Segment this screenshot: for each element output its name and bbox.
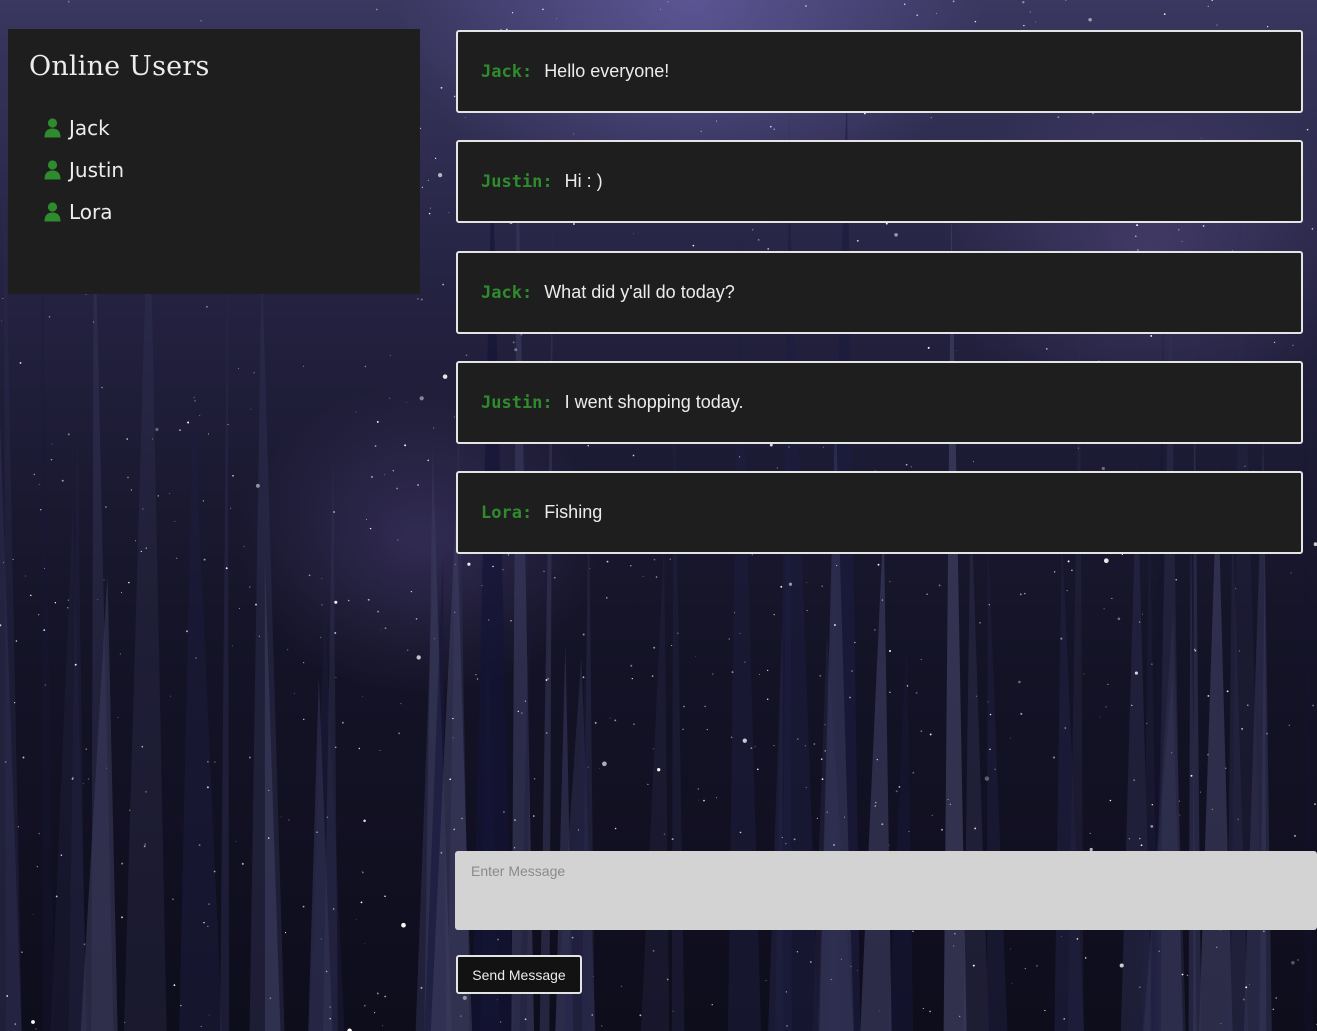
message-author: Jack: (481, 61, 533, 82)
online-users-title: Online Users (29, 51, 210, 82)
chat-message: Lora: Fishing (456, 471, 1303, 554)
user-name: Jack (69, 116, 110, 140)
message-text: What did y'all do today? (544, 282, 735, 302)
message-text: I went shopping today. (564, 392, 744, 412)
user-icon (44, 118, 61, 138)
message-text: Hello everyone! (544, 61, 670, 81)
chat-message: Justin: I went shopping today. (456, 361, 1303, 444)
chat-message: Jack: What did y'all do today? (456, 251, 1303, 334)
user-icon (44, 160, 61, 180)
online-user-list: Jack Justin Lora (44, 101, 124, 239)
message-author: Justin: (481, 171, 553, 192)
message-author: Jack: (481, 282, 533, 303)
send-message-button[interactable]: Send Message (456, 955, 582, 994)
online-users-panel: Online Users Jack Justin Lora (8, 29, 420, 294)
message-input[interactable] (455, 851, 1317, 930)
message-author: Lora: (481, 502, 533, 523)
user-item-lora[interactable]: Lora (44, 185, 124, 239)
message-text: Hi : ) (564, 171, 603, 191)
user-name: Justin (69, 158, 125, 182)
user-name: Lora (69, 200, 113, 224)
chat-message: Justin: Hi : ) (456, 140, 1303, 223)
chat-message: Jack: Hello everyone! (456, 30, 1303, 113)
message-text: Fishing (544, 502, 603, 522)
user-icon (44, 202, 61, 222)
message-author: Justin: (481, 392, 553, 413)
